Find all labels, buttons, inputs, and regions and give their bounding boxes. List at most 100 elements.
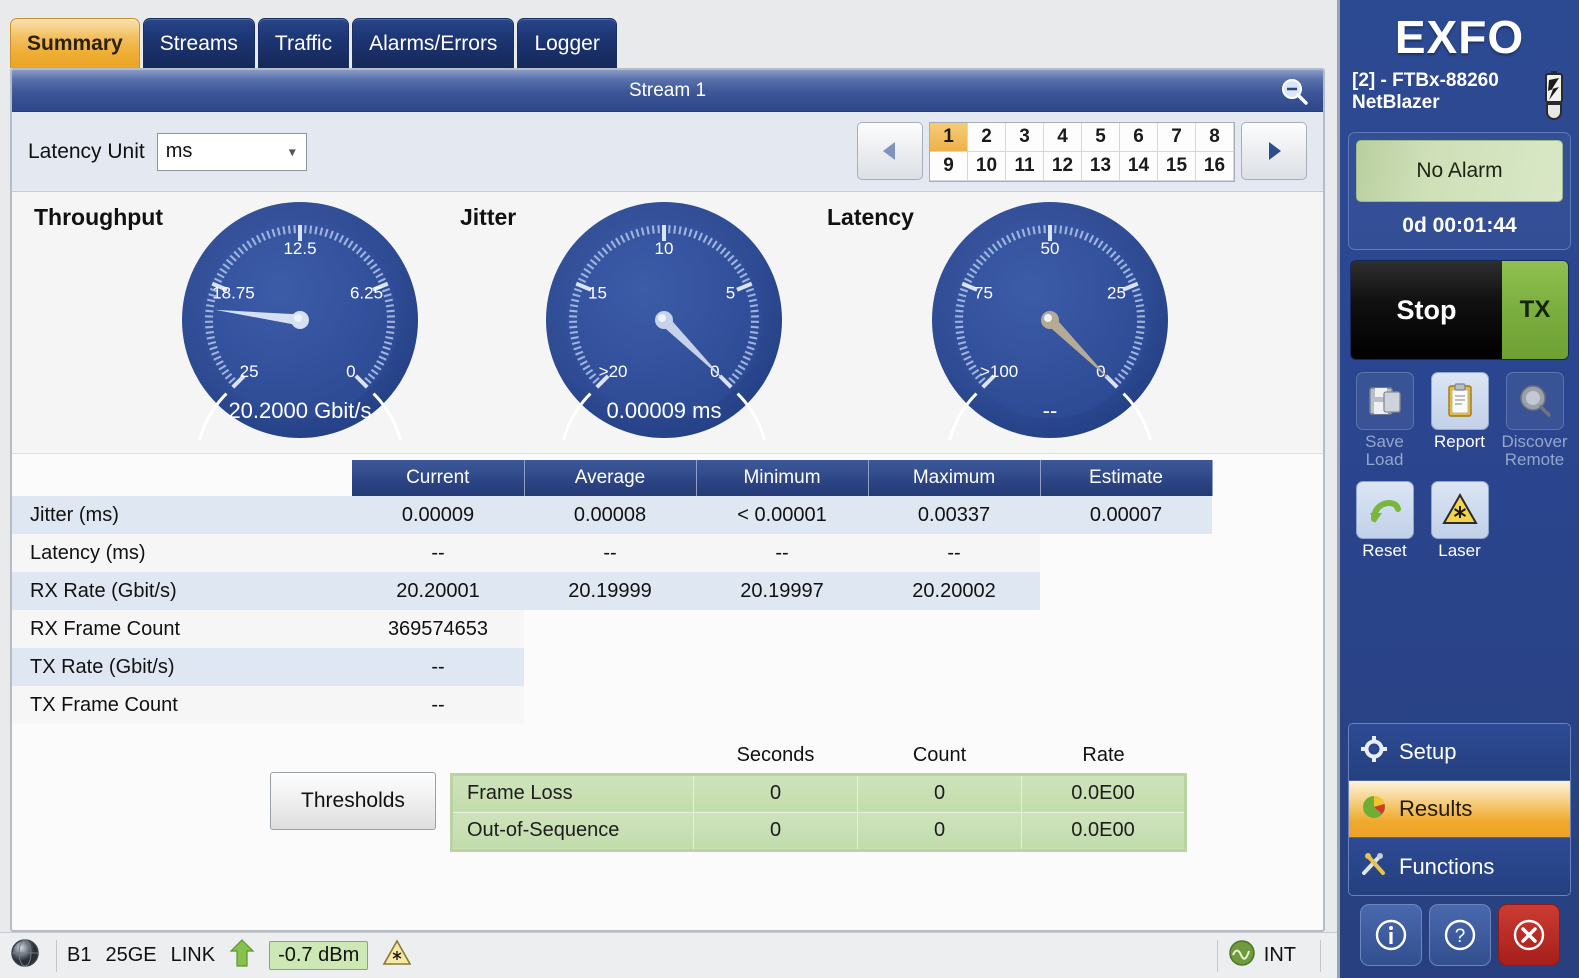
save-load-button[interactable]: Save Load: [1348, 372, 1421, 469]
gauge-label-latency: Latency: [827, 204, 914, 231]
run-control: Stop TX: [1350, 260, 1569, 360]
metrics-cell: < 0.00001: [696, 496, 868, 534]
tab-logger[interactable]: Logger: [517, 18, 616, 68]
sidebar-item-results[interactable]: Results: [1349, 781, 1570, 838]
metrics-table-container: CurrentAverageMinimumMaximumEstimate Jit…: [12, 454, 1323, 724]
zoom-out-icon[interactable]: [1279, 76, 1309, 106]
gauge-face: 06.2512.518.752520.2000 Gbit/s: [180, 200, 420, 440]
metrics-cell: 20.19999: [524, 572, 696, 610]
page-button-11[interactable]: 11: [1006, 152, 1044, 181]
page-button-3[interactable]: 3: [1006, 123, 1044, 152]
info-button[interactable]: [1360, 904, 1422, 966]
metrics-row-label: RX Frame Count: [12, 610, 352, 648]
latency-unit-value: ms: [166, 140, 193, 163]
metrics-corner: [12, 460, 352, 496]
thresholds-label: Thresholds: [301, 789, 405, 813]
page-number-grid: 12345678910111213141516: [929, 122, 1235, 182]
page-button-9[interactable]: 9: [930, 152, 968, 181]
page-button-6[interactable]: 6: [1120, 123, 1158, 152]
tab-traffic[interactable]: Traffic: [258, 18, 349, 68]
metrics-cell: --: [868, 534, 1040, 572]
right-sidebar: EXFO [2] - FTBx-88260 NetBlazer No Alarm…: [1337, 0, 1579, 978]
page-button-10[interactable]: 10: [968, 152, 1006, 181]
loss-cell: 0: [694, 812, 858, 850]
thresholds-button[interactable]: Thresholds: [270, 772, 436, 830]
gauge-tick-label: 5: [726, 283, 735, 302]
table-row: TX Rate (Gbit/s)--: [12, 648, 1323, 686]
pager-next-button[interactable]: [1241, 122, 1307, 180]
alarm-status-label: No Alarm: [1416, 159, 1502, 183]
loss-col-header: Count: [858, 738, 1022, 774]
tab-alarms-errors[interactable]: Alarms/Errors: [352, 18, 514, 68]
gauge-tick-label: 0: [346, 362, 355, 381]
laser-warning-icon: [382, 939, 412, 972]
gauge-reading: 20.2000 Gbit/s: [228, 398, 371, 423]
sidebar-item-setup[interactable]: Setup: [1349, 724, 1570, 781]
status-rate: 25GE: [105, 944, 156, 967]
page-button-13[interactable]: 13: [1082, 152, 1120, 181]
reset-button[interactable]: Reset: [1348, 481, 1421, 560]
sidebar-item-label: Results: [1399, 796, 1472, 822]
page-button-16[interactable]: 16: [1196, 152, 1234, 181]
stream-panel: Stream 1 Latency Unit ms ▾: [10, 68, 1325, 932]
metrics-cell: --: [352, 686, 524, 724]
status-power: -0.7 dBm: [269, 941, 368, 970]
page-button-4[interactable]: 4: [1044, 123, 1082, 152]
gear-icon: [1361, 736, 1387, 768]
page-button-2[interactable]: 2: [968, 123, 1006, 152]
report-button[interactable]: Report: [1423, 372, 1496, 469]
metrics-row-pad: [1212, 572, 1323, 610]
table-row: Latency (ms)--------: [12, 534, 1323, 572]
discover-remote-caption: Discover Remote: [1501, 433, 1567, 469]
discover-remote-icon: [1506, 372, 1564, 430]
tx-button[interactable]: TX: [1502, 261, 1568, 359]
page-button-8[interactable]: 8: [1196, 123, 1234, 152]
page-button-1[interactable]: 1: [930, 123, 968, 152]
loss-col-header: Rate: [1022, 738, 1186, 774]
loss-cell: 0: [694, 774, 858, 812]
laser-button[interactable]: Laser: [1423, 481, 1496, 560]
loss-table: SecondsCountRate Frame Loss000.0E00Out-o…: [450, 738, 1187, 852]
loss-cell: 0.0E00: [1022, 774, 1186, 812]
tab-streams[interactable]: Streams: [143, 18, 255, 68]
page-button-5[interactable]: 5: [1082, 123, 1120, 152]
table-row: TX Frame Count--: [12, 686, 1323, 724]
page-button-15[interactable]: 15: [1158, 152, 1196, 181]
globe-icon: [10, 938, 40, 973]
status-divider: [56, 940, 57, 972]
close-button[interactable]: [1498, 904, 1560, 966]
device-row: [2] - FTBx-88260 NetBlazer: [1348, 68, 1571, 128]
help-button[interactable]: ?: [1429, 904, 1491, 966]
metrics-cell: 20.20001: [352, 572, 524, 610]
info-icon: [1372, 916, 1410, 954]
close-icon: [1510, 916, 1548, 954]
metrics-row-label: TX Frame Count: [12, 686, 352, 724]
tools-grid: Save Load Report: [1348, 372, 1571, 560]
tab-summary[interactable]: Summary: [10, 18, 140, 68]
stop-button[interactable]: Stop: [1351, 261, 1502, 359]
tab-label: Logger: [534, 32, 599, 56]
metrics-cell: [696, 610, 868, 648]
save-load-caption: Save Load: [1365, 433, 1404, 469]
gauge-tick-label: >100: [980, 362, 1018, 381]
loss-corner: [452, 738, 694, 774]
panel-title-bar: Stream 1: [12, 70, 1323, 112]
latency-unit-select[interactable]: ms ▾: [157, 133, 307, 171]
sidebar-item-functions[interactable]: Functions: [1349, 838, 1570, 895]
save-load-icon: [1356, 372, 1414, 430]
metrics-cell: [524, 648, 696, 686]
loss-col-header: Seconds: [694, 738, 858, 774]
page-button-12[interactable]: 12: [1044, 152, 1082, 181]
page-button-14[interactable]: 14: [1120, 152, 1158, 181]
gauge-tick-label: 12.5: [283, 239, 316, 258]
gauge-label-throughput: Throughput: [34, 204, 163, 231]
gauge-reading: 0.00009 ms: [607, 398, 722, 423]
application-window: Summary Streams Traffic Alarms/Errors Lo…: [0, 0, 1579, 978]
page-button-7[interactable]: 7: [1158, 123, 1196, 152]
pager-prev-button[interactable]: [857, 122, 923, 180]
metrics-cell: [524, 686, 696, 724]
tools-icon: [1361, 851, 1387, 883]
discover-remote-button[interactable]: Discover Remote: [1498, 372, 1571, 469]
nav-menu: Setup Results: [1348, 723, 1571, 896]
metrics-row-pad: [1212, 648, 1323, 686]
